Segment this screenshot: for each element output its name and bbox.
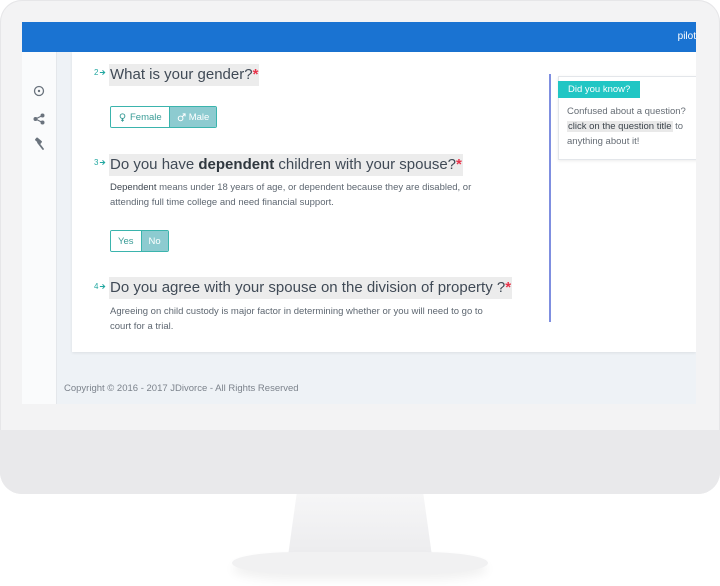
user-menu[interactable]: pilot (678, 31, 696, 42)
gender-button-group: Female Male (110, 106, 218, 128)
help-panel-divider (549, 74, 551, 322)
screen: pilot 2 What is your gender?* Female Mal… (22, 22, 696, 404)
female-icon (119, 112, 126, 122)
male-option-button[interactable]: Male (169, 107, 217, 127)
question-number: 3 (94, 158, 106, 167)
required-marker: * (505, 279, 512, 296)
help-circle-icon[interactable] (32, 84, 46, 98)
question-title-dependent-children[interactable]: Do you have dependent children with your… (109, 154, 463, 176)
highlighted-hint: click on the question title (567, 121, 673, 132)
required-marker: * (456, 156, 462, 173)
question-title-gender[interactable]: What is your gender?* (109, 64, 260, 86)
no-option-button[interactable]: No (141, 231, 168, 251)
hammer-icon[interactable] (32, 137, 46, 151)
female-option-button[interactable]: Female (111, 107, 170, 127)
question-number: 4 (94, 282, 106, 291)
footer-copyright: Copyright © 2016 - 2017 JDivorce - All R… (64, 383, 299, 394)
arrow-right-icon (100, 159, 106, 166)
dependent-button-group: Yes No (110, 230, 169, 252)
question-title-property-division[interactable]: Do you agree with your spouse on the div… (109, 277, 513, 299)
arrow-right-icon (100, 283, 106, 290)
yes-option-button[interactable]: Yes (111, 231, 142, 251)
male-icon (177, 112, 186, 121)
monitor-base (232, 552, 488, 574)
monitor-stand (288, 494, 432, 556)
question-number: 2 (94, 68, 106, 77)
arrow-right-icon (100, 69, 106, 76)
required-marker: * (252, 66, 259, 83)
question-description: Agreeing on child custody is major facto… (110, 306, 483, 332)
monitor-chin (0, 430, 720, 494)
did-you-know-badge: Did you know? (558, 81, 641, 98)
left-sidebar (22, 52, 57, 404)
share-icon[interactable] (32, 112, 46, 126)
question-description: Dependent means under 18 years of age, o… (110, 182, 472, 208)
top-navbar: pilot (22, 22, 696, 52)
did-you-know-text: Confused about a question? click on the … (567, 106, 686, 147)
